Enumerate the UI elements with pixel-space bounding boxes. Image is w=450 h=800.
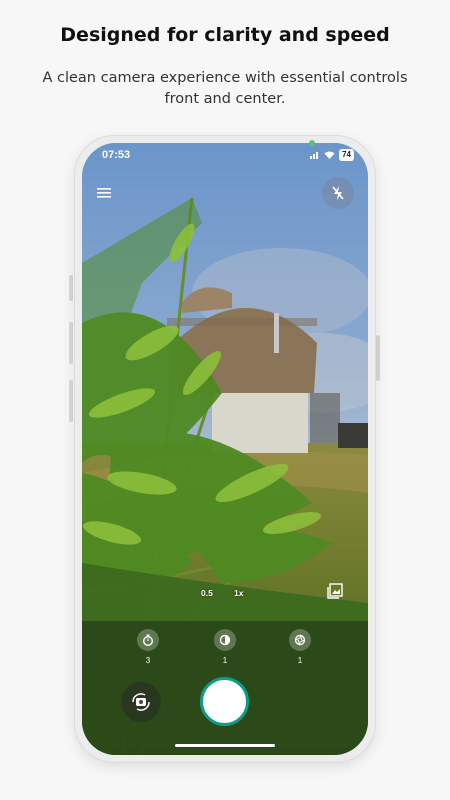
aperture-icon bbox=[294, 634, 306, 646]
phone-power-button bbox=[376, 335, 380, 381]
switch-camera-button[interactable] bbox=[121, 682, 161, 722]
menu-icon bbox=[97, 188, 111, 198]
status-time: 07:53 bbox=[102, 149, 131, 161]
wifi-icon bbox=[324, 151, 335, 159]
gallery-icon bbox=[327, 583, 343, 599]
signal-icon bbox=[310, 152, 319, 159]
front-camera-indicator bbox=[309, 140, 315, 146]
timer-icon bbox=[143, 634, 153, 646]
phone-volume-down bbox=[69, 322, 73, 364]
timer-value: 3 bbox=[145, 656, 151, 665]
phone-side-button bbox=[69, 380, 73, 422]
aperture-value: 1 bbox=[297, 656, 303, 665]
zoom-option-1x[interactable]: 1x bbox=[234, 588, 243, 598]
timer-button[interactable] bbox=[137, 629, 159, 651]
phone-volume-up bbox=[69, 275, 73, 301]
status-icons: 74 bbox=[310, 149, 354, 161]
promo-subline: A clean camera experience with essential… bbox=[42, 70, 408, 107]
flash-toggle-button[interactable] bbox=[322, 177, 354, 209]
aperture-button[interactable] bbox=[289, 629, 311, 651]
home-indicator[interactable] bbox=[175, 744, 275, 747]
battery-icon: 74 bbox=[339, 149, 354, 161]
promo-headline: Designed for clarity and speed bbox=[60, 24, 390, 46]
menu-button[interactable] bbox=[94, 183, 114, 203]
switch-camera-icon bbox=[132, 693, 150, 711]
camera-screen: 07:53 74 0.5 1x 3 1 1 bbox=[82, 143, 368, 755]
flash-off-icon bbox=[332, 186, 344, 200]
zoom-option-0-5[interactable]: 0.5 bbox=[201, 588, 213, 598]
exposure-icon bbox=[219, 634, 231, 646]
shutter-button[interactable] bbox=[200, 677, 249, 726]
exposure-value: 1 bbox=[222, 656, 228, 665]
gallery-button[interactable] bbox=[324, 580, 346, 602]
exposure-button[interactable] bbox=[214, 629, 236, 651]
